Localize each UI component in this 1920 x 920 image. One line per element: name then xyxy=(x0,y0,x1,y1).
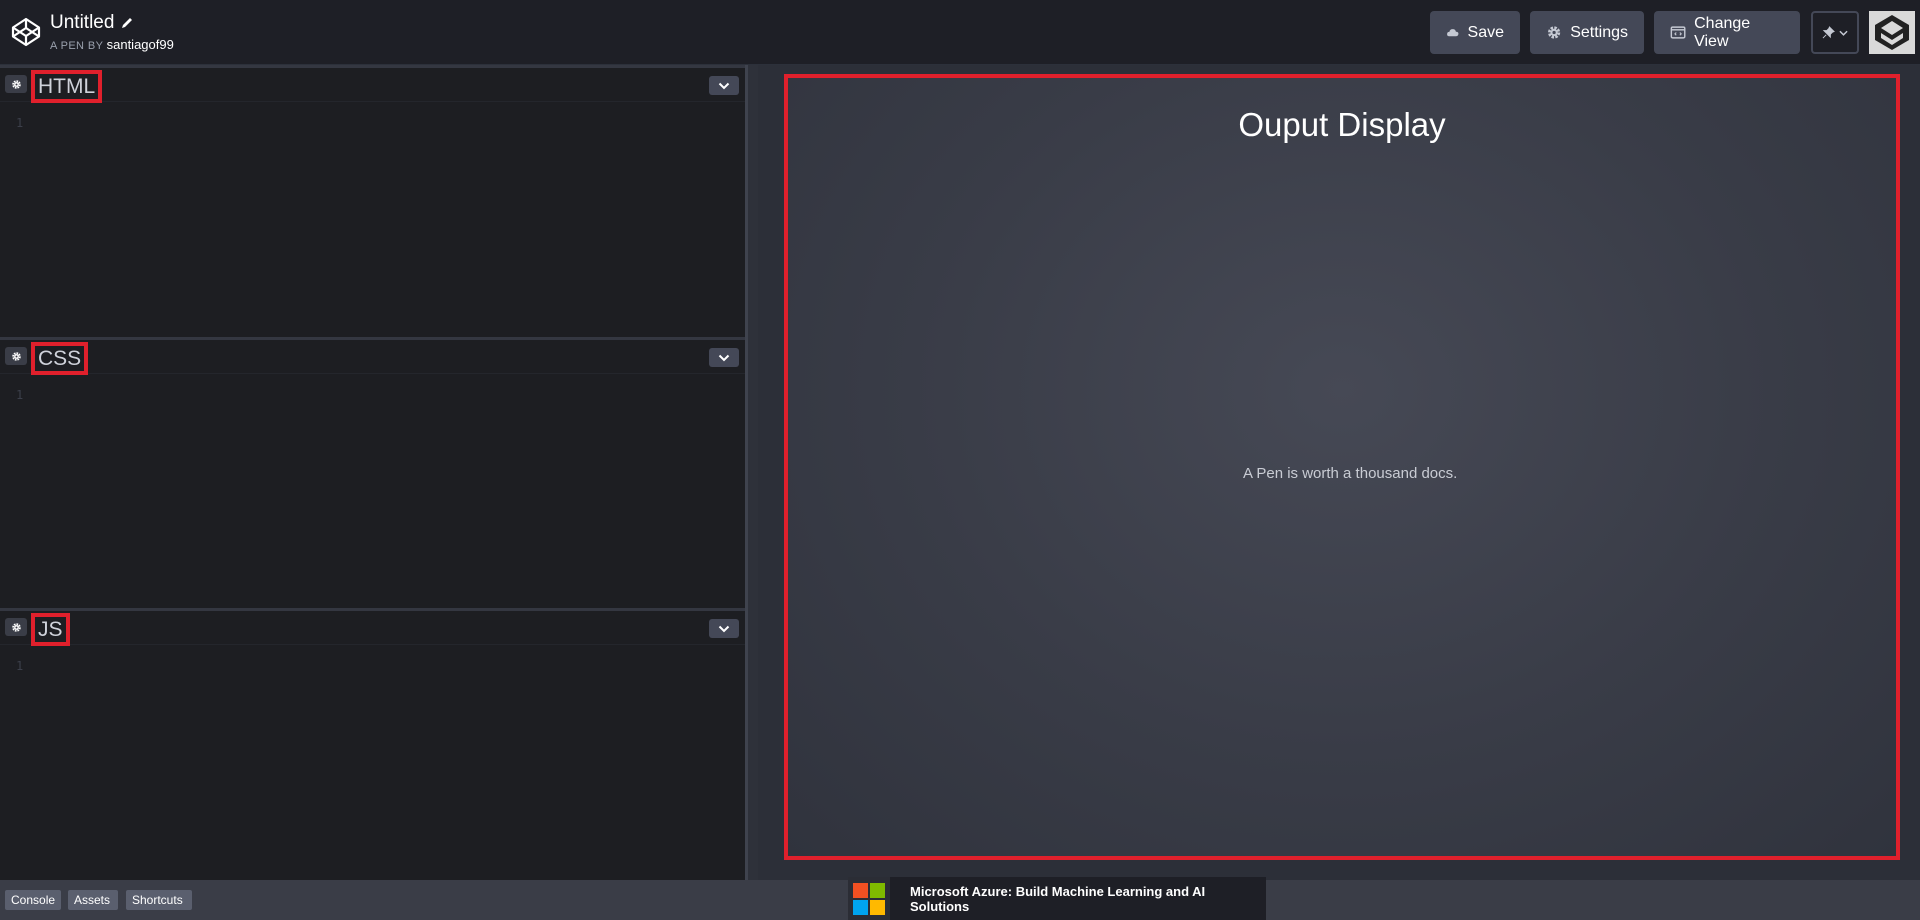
line-number: 1 xyxy=(16,388,24,402)
avatar-codepen-icon xyxy=(1869,11,1915,54)
result-pane: Ouput Display A Pen is worth a thousand … xyxy=(758,65,1920,880)
html-editor-title: HTML xyxy=(31,70,103,103)
edit-title-pencil-icon[interactable] xyxy=(120,16,134,30)
output-placeholder-text: A Pen is worth a thousand docs. xyxy=(1243,465,1458,482)
settings-button[interactable]: Settings xyxy=(1530,11,1644,54)
change-view-button[interactable]: Change View xyxy=(1654,11,1800,54)
user-avatar[interactable] xyxy=(1869,11,1915,54)
codepen-logo-icon[interactable] xyxy=(10,16,42,48)
css-editor-title: CSS xyxy=(31,342,89,375)
css-editor-panel: CSS 1 xyxy=(0,337,745,608)
change-view-button-label: Change View xyxy=(1694,14,1751,50)
chevron-down-icon xyxy=(718,354,730,361)
assets-button[interactable]: Assets xyxy=(68,890,118,910)
save-button[interactable]: Save xyxy=(1430,11,1520,54)
ad-text: Microsoft Azure: Build Machine Learning … xyxy=(910,883,1206,914)
pin-icon xyxy=(1822,26,1835,39)
byline-prefix: A PEN BY xyxy=(50,40,104,52)
microsoft-logo-icon xyxy=(848,877,890,920)
pen-title[interactable]: Untitled xyxy=(50,12,114,34)
gear-icon xyxy=(11,622,21,632)
js-collapse-button[interactable] xyxy=(709,619,739,638)
html-settings-button[interactable] xyxy=(5,75,27,93)
chevron-down-icon xyxy=(718,82,730,89)
gear-icon xyxy=(11,351,21,361)
output-title: Ouput Display xyxy=(1238,106,1446,143)
js-editor-header: JS xyxy=(0,611,745,646)
css-settings-button[interactable] xyxy=(5,347,27,365)
sponsor-ad[interactable]: Microsoft Azure: Build Machine Learning … xyxy=(848,877,1266,920)
html-editor-panel: HTML 1 xyxy=(0,65,745,337)
output-display-frame: Ouput Display A Pen is worth a thousand … xyxy=(784,74,1900,860)
js-editor-title: JS xyxy=(31,613,70,646)
js-settings-button[interactable] xyxy=(5,618,27,636)
top-header: Untitled A PEN BY santiagof99 Save Setti… xyxy=(0,0,1920,65)
chevron-down-icon xyxy=(718,625,730,632)
pin-menu-button[interactable] xyxy=(1811,11,1859,54)
pen-byline: A PEN BY santiagof99 xyxy=(50,37,174,52)
css-collapse-button[interactable] xyxy=(709,348,739,367)
resizer-line xyxy=(745,65,748,880)
css-editor-header: CSS xyxy=(0,340,745,375)
gear-icon xyxy=(1547,26,1561,39)
js-editor-panel: JS 1 xyxy=(0,608,745,880)
html-collapse-button[interactable] xyxy=(709,76,739,95)
settings-button-label: Settings xyxy=(1570,23,1628,41)
cloud-icon xyxy=(1447,29,1459,37)
author-username-link[interactable]: santiagof99 xyxy=(107,37,174,52)
chevron-down-icon xyxy=(1839,30,1848,36)
editor-result-resizer[interactable] xyxy=(745,65,758,880)
save-button-label: Save xyxy=(1467,23,1504,41)
layout-icon xyxy=(1670,26,1686,39)
line-number: 1 xyxy=(16,116,24,130)
pen-title-block: Untitled A PEN BY santiagof99 xyxy=(50,12,174,52)
line-number: 1 xyxy=(16,659,24,673)
gear-icon xyxy=(11,79,21,89)
console-button[interactable]: Console xyxy=(5,890,61,910)
editor-column: HTML 1 CSS 1 JS 1 xyxy=(0,65,745,880)
shortcuts-button[interactable]: Shortcuts xyxy=(126,890,192,910)
html-editor-header: HTML xyxy=(0,68,745,103)
